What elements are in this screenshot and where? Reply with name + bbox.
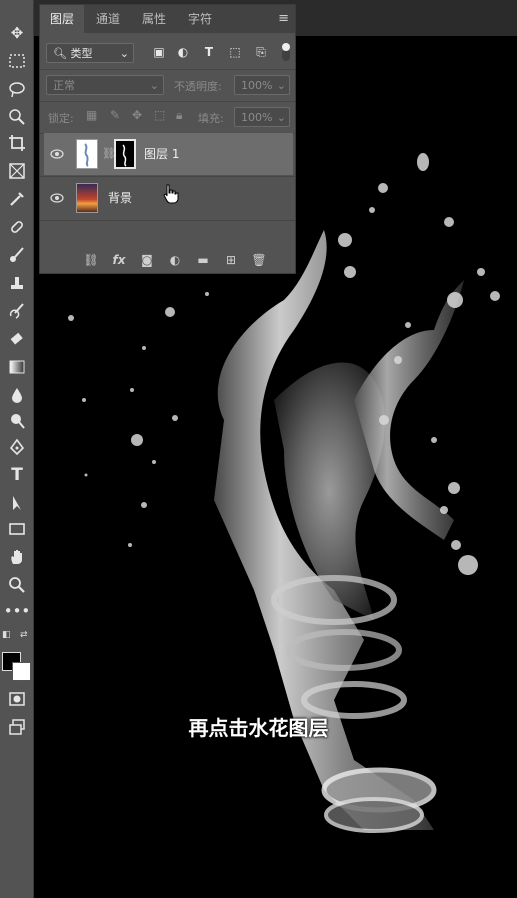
- folder-icon[interactable]: ▬: [194, 251, 212, 269]
- tools-panel: ✥ T ••• ◧ ⇄: [0, 0, 34, 898]
- layer-filter-row: 🔍︎ 类型 ⌄ ▣ ◐ T ⬚ ⎘: [40, 43, 295, 65]
- lasso-tool-icon[interactable]: [4, 78, 30, 100]
- blend-mode-value: 正常: [53, 79, 75, 92]
- adjustment-icon[interactable]: ◐: [166, 251, 184, 269]
- zoom-tool-icon[interactable]: [4, 574, 30, 596]
- filter-pixel-icon[interactable]: ▣: [150, 43, 168, 61]
- path-select-tool-icon[interactable]: [4, 492, 30, 514]
- layer-row-layer1[interactable]: ⛓︎ 图层 1: [44, 133, 293, 175]
- background-layer-thumbnail[interactable]: [76, 183, 98, 213]
- fx-icon[interactable]: fx: [110, 251, 128, 269]
- opacity-label: 不透明度:: [174, 80, 222, 93]
- quick-mask-icon[interactable]: [4, 688, 30, 710]
- tab-properties[interactable]: 属性: [132, 5, 176, 33]
- color-swatches[interactable]: ◧ ⇄: [0, 628, 34, 684]
- filter-kind-value: 类型: [70, 47, 93, 60]
- blend-row: 正常 ⌄ 不透明度: 100% ⌄: [40, 75, 295, 97]
- history-brush-tool-icon[interactable]: [4, 300, 30, 322]
- lock-row: 锁定: ▦ ✎ ✥ ⬚ 🔒︎ 填充: 100% ⌄: [40, 107, 295, 129]
- fill-field[interactable]: 100% ⌄: [234, 107, 290, 127]
- tab-layers[interactable]: 图层: [40, 5, 84, 33]
- background-color-swatch[interactable]: [12, 662, 31, 681]
- layer-name[interactable]: 图层 1: [144, 145, 179, 162]
- rectangle-tool-icon[interactable]: [4, 518, 30, 540]
- chevron-down-icon: ⌄: [276, 111, 286, 124]
- lock-artboard-icon[interactable]: ⬚: [154, 108, 165, 122]
- trash-icon[interactable]: 🗑︎: [250, 251, 268, 269]
- move-tool-icon[interactable]: ✥: [4, 22, 30, 44]
- tab-character[interactable]: 字符: [178, 5, 222, 33]
- fill-label: 填充:: [198, 112, 224, 125]
- chevron-down-icon: ⌄: [149, 79, 159, 92]
- default-colors-icon[interactable]: ◧: [2, 630, 11, 640]
- chevron-down-icon: ⌄: [119, 47, 129, 60]
- opacity-value: 100%: [241, 79, 273, 92]
- layer-thumbnail[interactable]: [76, 139, 98, 169]
- filter-adjustment-icon[interactable]: ◐: [174, 43, 192, 61]
- opacity-field[interactable]: 100% ⌄: [234, 75, 290, 95]
- search-icon: 🔍︎: [53, 47, 67, 60]
- brush-tool-icon[interactable]: [4, 244, 30, 266]
- lock-position-icon[interactable]: ✥: [132, 108, 142, 122]
- dodge-tool-icon[interactable]: [4, 410, 30, 432]
- type-tool-icon[interactable]: T: [4, 464, 30, 486]
- healing-brush-tool-icon[interactable]: [4, 216, 30, 238]
- filter-smart-object-icon[interactable]: ⎘: [252, 43, 270, 61]
- clone-stamp-tool-icon[interactable]: [4, 272, 30, 294]
- layers-panel: 图层 通道 属性 字符 ≡ 🔍︎ 类型 ⌄ ▣ ◐ T ⬚ ⎘ 正常 ⌄ 不透明…: [39, 4, 296, 274]
- eraser-tool-icon[interactable]: [4, 328, 30, 350]
- pen-tool-icon[interactable]: [4, 436, 30, 458]
- tab-channels[interactable]: 通道: [86, 5, 130, 33]
- eyedropper-tool-icon[interactable]: [4, 188, 30, 210]
- marquee-tool-icon[interactable]: [4, 50, 30, 72]
- video-caption: 再点击水花图层: [188, 716, 329, 740]
- hand-tool-icon[interactable]: [4, 546, 30, 568]
- swap-colors-icon[interactable]: ⇄: [20, 630, 28, 640]
- filter-shape-icon[interactable]: ⬚: [226, 43, 244, 61]
- more-tools-icon[interactable]: •••: [4, 600, 31, 622]
- blur-tool-icon[interactable]: [4, 384, 30, 406]
- lock-image-icon[interactable]: ✎: [110, 108, 120, 122]
- new-layer-icon[interactable]: ⊞: [222, 251, 240, 269]
- link-icon[interactable]: ⛓︎: [82, 251, 100, 269]
- fill-value: 100%: [241, 111, 273, 124]
- lock-label: 锁定:: [48, 112, 74, 125]
- filter-type-icon[interactable]: T: [200, 43, 218, 61]
- frame-tool-icon[interactable]: [4, 160, 30, 182]
- layer-name[interactable]: 背景: [108, 189, 132, 206]
- lock-transparent-icon[interactable]: ▦: [86, 108, 97, 122]
- lock-all-icon[interactable]: 🔒︎: [176, 108, 182, 123]
- layer-mask-thumbnail[interactable]: [114, 139, 136, 169]
- quick-select-tool-icon[interactable]: [4, 106, 30, 128]
- mask-icon[interactable]: ◙: [138, 251, 156, 269]
- hand-cursor-icon: [163, 184, 179, 204]
- filter-toggle[interactable]: [282, 43, 290, 61]
- layers-panel-footer: ⛓︎ fx ◙ ◐ ▬ ⊞ 🗑︎: [40, 245, 295, 275]
- crop-tool-icon[interactable]: [4, 132, 30, 154]
- chevron-down-icon: ⌄: [276, 79, 286, 92]
- panel-tabs: 图层 通道 属性 字符 ≡: [40, 5, 295, 33]
- panel-menu-icon[interactable]: ≡: [278, 11, 289, 26]
- filter-kind-dropdown[interactable]: 🔍︎ 类型 ⌄: [46, 43, 134, 63]
- visibility-eye-icon[interactable]: [50, 147, 64, 161]
- visibility-eye-icon[interactable]: [50, 191, 64, 205]
- gradient-tool-icon[interactable]: [4, 356, 30, 378]
- blend-mode-dropdown[interactable]: 正常 ⌄: [46, 75, 164, 95]
